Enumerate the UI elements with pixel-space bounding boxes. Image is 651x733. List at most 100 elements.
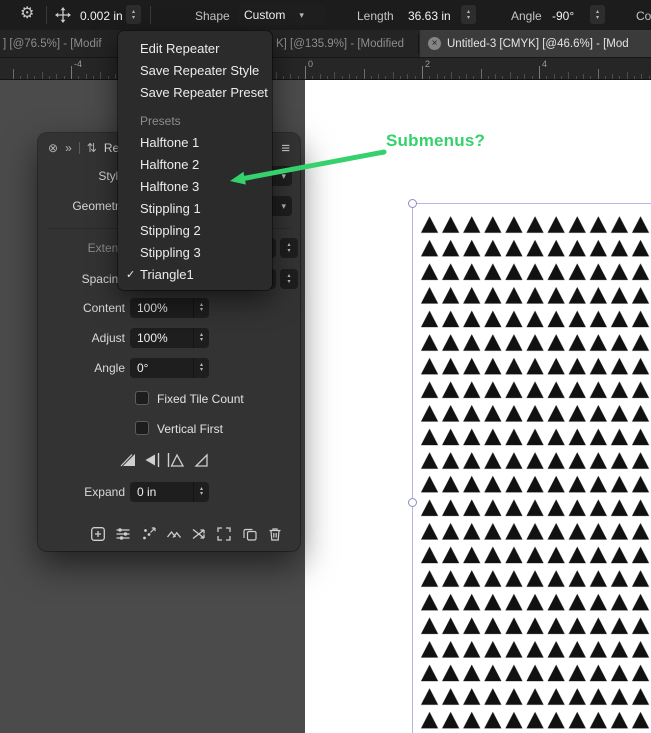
adjust-field[interactable]: 100% ▴▾ [130,328,209,348]
duplicate-icon[interactable] [242,526,258,542]
shear-right-icon[interactable] [190,451,210,469]
ruler-tick [466,74,467,79]
ruler-tick [598,69,599,79]
tab-document-1[interactable]: ] [@76.5%] - [Modif [3,38,102,50]
content-field[interactable]: 100% ▴▾ [130,298,209,318]
add-icon[interactable] [90,526,106,542]
ruler-tick [71,66,72,79]
ruler-tick [510,72,511,79]
spacing-label: Spacing [38,272,125,286]
toolbar-separator [150,6,151,24]
panel-collapse-icon[interactable]: » [65,141,72,155]
panel-updown-icon[interactable]: ⇅ [87,141,97,155]
menu-item[interactable]: Stippling 1 [118,197,272,219]
ruler-tick [49,76,50,80]
shape-dropdown[interactable]: Custom ▾ [237,5,325,25]
style-label: Style [38,169,125,183]
shuffle-icon[interactable] [191,526,207,542]
ruler-tick [371,76,372,80]
ruler-tick [451,72,452,79]
menu-item-label: Stippling 3 [140,245,201,260]
chevron-down-icon: ▾ [299,10,304,21]
ruler-tick [459,76,460,80]
shear-left-icon[interactable] [118,451,138,469]
chevron-down-icon: ▾ [281,201,286,212]
adjust-stepper[interactable]: ▴▾ [193,328,209,348]
tab-document-active[interactable]: × Untitled-3 [CMYK] [@46.6%] - [Mod [420,30,651,57]
menu-item[interactable]: ✓Triangle1 [118,263,272,285]
menu-item[interactable]: Stippling 3 [118,241,272,263]
length-field[interactable]: 36.63 in [408,9,451,23]
app-window: ⚙ 0.002 in ▴▾ Shape Custom ▾ Length 36.6… [0,0,651,733]
fixed-tile-count-label: Fixed Tile Count [157,392,244,406]
adjust-label: Adjust [38,331,125,345]
fixed-tile-count-checkbox[interactable] [135,391,149,405]
expand-field[interactable]: 0 in ▴▾ [130,482,209,502]
angle-stepper[interactable]: ▴▾ [590,5,605,24]
spacing-stepper[interactable]: ▴▾ [280,269,298,289]
ruler-tick [327,76,328,80]
flip-horizontal-icon[interactable] [142,451,162,469]
expand-fit-icon[interactable] [216,526,232,542]
panel-close-icon[interactable]: ⊗ [48,141,58,155]
nudge-stepper[interactable]: ▴▾ [126,5,141,24]
ruler-tick [524,74,525,79]
extend-stepper[interactable]: ▴▾ [280,238,298,258]
ruler-tick [590,76,591,80]
menu-item[interactable]: Save Repeater Preset [118,81,272,103]
menu-item-label: Save Repeater Style [140,63,259,78]
menu-item-label: Edit Repeater [140,41,220,56]
menu-item[interactable]: Stippling 2 [118,219,272,241]
toolbar-separator [46,6,47,24]
ruler-tick [64,76,65,80]
ruler-tick [627,72,628,79]
angle-field[interactable]: -90° [552,9,574,23]
selection-handle-mid-left[interactable] [408,498,417,507]
tile-angle-field[interactable]: 0° ▴▾ [130,358,209,378]
detach-icon[interactable] [166,526,182,542]
flip-vertical-icon[interactable] [166,451,186,469]
menu-item[interactable]: Edit Repeater [118,37,272,59]
content-stepper[interactable]: ▴▾ [193,298,209,318]
nudge-distance-field[interactable]: 0.002 in [80,9,123,23]
tab-divider [418,34,419,54]
triangle-pattern[interactable] [419,213,651,733]
content-label: Content [38,301,125,315]
ruler[interactable]: -4-2024 [0,58,651,80]
selection-handle-top-left[interactable] [408,199,417,208]
ruler-tick [422,66,423,79]
vertical-first-label: Vertical First [157,422,223,436]
ruler-tick [78,76,79,80]
panel-header-divider [79,142,80,154]
ruler-tick [393,72,394,79]
annotation-text: Submenus? [386,131,485,151]
scatter-icon[interactable] [141,526,157,542]
length-stepper[interactable]: ▴▾ [461,5,476,24]
delete-icon[interactable] [267,526,283,542]
gear-icon[interactable]: ⚙ [20,5,34,23]
panel-bottom-toolbar [90,525,283,543]
ruler-tick [407,74,408,79]
ruler-tick [298,76,299,80]
vertical-first-checkbox[interactable] [135,421,149,435]
close-tab-icon[interactable]: × [428,37,441,50]
ruler-tick [517,76,518,80]
tab-document-2[interactable]: K] [@135.9%] - [Modified [276,38,404,50]
ruler-tick [568,72,569,79]
sliders-icon[interactable] [115,526,131,542]
ruler-tick [437,74,438,79]
menu-item-label: Halftone 1 [140,135,199,150]
tile-angle-stepper[interactable]: ▴▾ [193,358,209,378]
menu-item[interactable]: Save Repeater Style [118,59,272,81]
ruler-tick [641,74,642,79]
ruler-label: 4 [542,59,547,69]
ruler-tick [334,72,335,79]
document-tab-strip: ] [@76.5%] - [Modif K] [@135.9%] - [Modi… [0,30,651,58]
ruler-tick [108,76,109,80]
ruler-tick [27,74,28,79]
expand-stepper[interactable]: ▴▾ [193,482,209,502]
ruler-tick [502,76,503,80]
ruler-tick [56,74,57,79]
tile-angle-label: Angle [38,361,125,375]
move-icon[interactable] [54,6,72,29]
